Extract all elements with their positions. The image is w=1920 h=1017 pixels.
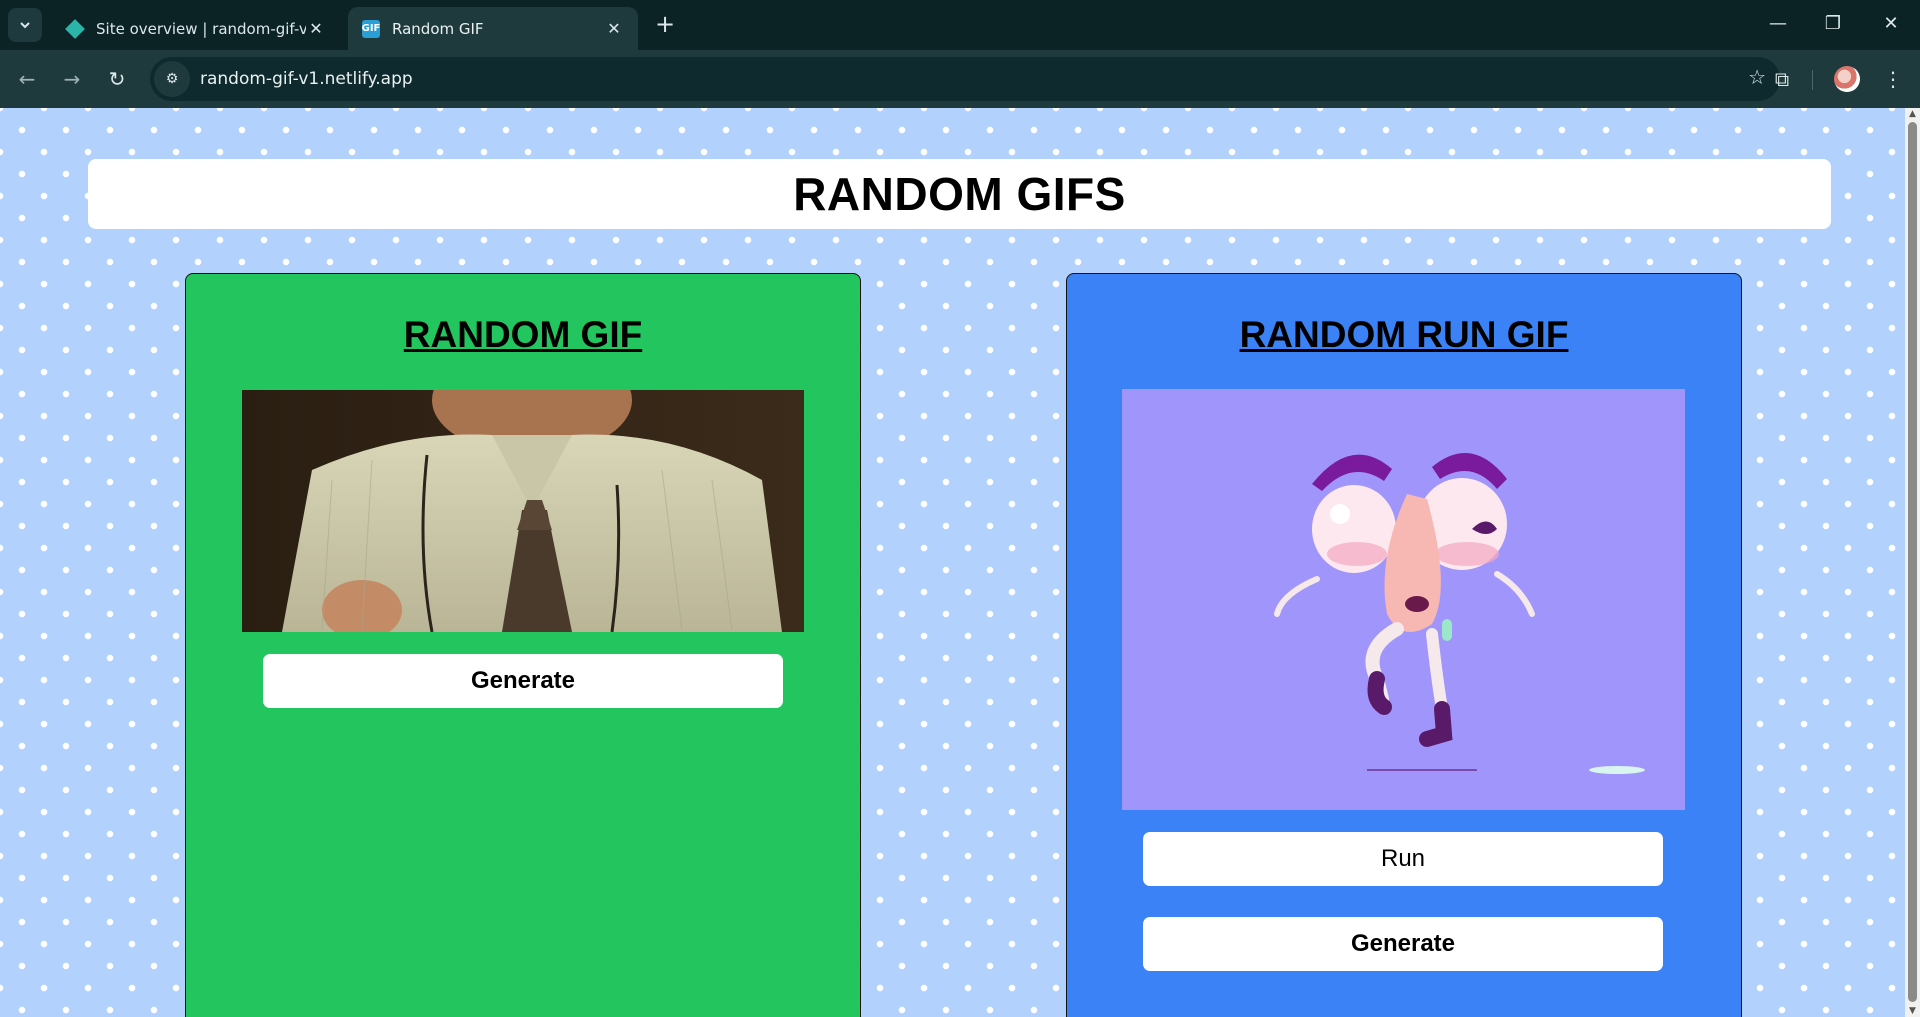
close-icon[interactable]: ✕ — [604, 19, 624, 38]
tab-search-button[interactable] — [8, 8, 42, 42]
address-bar[interactable]: ⚙ random-gif-v1.netlify.app ☆ — [150, 57, 1780, 101]
close-icon[interactable]: ✕ — [306, 19, 326, 38]
restore-button[interactable]: ❐ — [1813, 10, 1853, 38]
profile-avatar[interactable] — [1834, 66, 1860, 92]
random-run-gif-card: RANDOM RUN GIF Run Generate — [1066, 273, 1742, 1017]
site-info-icon[interactable]: ⚙ — [154, 61, 190, 97]
vertical-scrollbar[interactable]: ▲ ▼ — [1905, 108, 1920, 1017]
new-tab-button[interactable]: + — [652, 12, 678, 38]
scroll-down-arrow-icon[interactable]: ▼ — [1905, 1006, 1920, 1016]
scroll-up-arrow-icon[interactable]: ▲ — [1905, 109, 1920, 119]
close-window-button[interactable]: ✕ — [1871, 10, 1911, 38]
toolbar-divider — [1812, 70, 1813, 90]
random-gif-image — [242, 390, 804, 632]
tab-strip: Site overview | random-gif-v1 | ✕ GIF Ra… — [0, 0, 1920, 50]
scrollbar-thumb[interactable] — [1908, 122, 1917, 1002]
forward-button[interactable]: → — [55, 62, 89, 96]
search-tag-input[interactable]: Run — [1143, 832, 1663, 886]
tab-title: Site overview | random-gif-v1 | — [96, 19, 306, 38]
generate-button[interactable]: Generate — [263, 654, 783, 708]
tab-title: Random GIF — [392, 19, 484, 38]
random-gif-card: RANDOM GIF Generate — [185, 273, 861, 1017]
reload-button[interactable]: ↻ — [100, 62, 134, 96]
page-title: RANDOM GIFS — [793, 168, 1126, 220]
url-text[interactable]: random-gif-v1.netlify.app — [200, 69, 413, 89]
menu-icon[interactable]: ⋮ — [1876, 62, 1910, 96]
page-header: RANDOM GIFS — [88, 159, 1831, 229]
page-viewport: RANDOM GIFS RANDOM GIF Generate RANDOM R… — [0, 108, 1905, 1017]
tab-random-gif[interactable]: GIF Random GIF ✕ — [348, 7, 638, 50]
back-button[interactable]: ← — [10, 62, 44, 96]
card-heading: RANDOM GIF — [403, 314, 643, 355]
generate-button[interactable]: Generate — [1143, 917, 1663, 971]
card-heading: RANDOM RUN GIF — [1239, 314, 1569, 355]
extensions-icon[interactable]: ⧉ — [1765, 62, 1799, 96]
netlify-favicon-icon — [65, 18, 85, 39]
minimize-button[interactable]: — — [1758, 10, 1798, 38]
tab-site-overview[interactable]: Site overview | random-gif-v1 | ✕ — [50, 7, 340, 50]
chevron-down-icon — [20, 22, 30, 29]
browser-toolbar: ← → ↻ ⚙ random-gif-v1.netlify.app ☆ ⧉ ⋮ — [0, 50, 1920, 108]
gif-favicon-icon: GIF — [362, 19, 380, 38]
bookmark-star-icon[interactable]: ☆ — [1748, 65, 1766, 89]
random-run-gif-image — [1122, 389, 1685, 810]
